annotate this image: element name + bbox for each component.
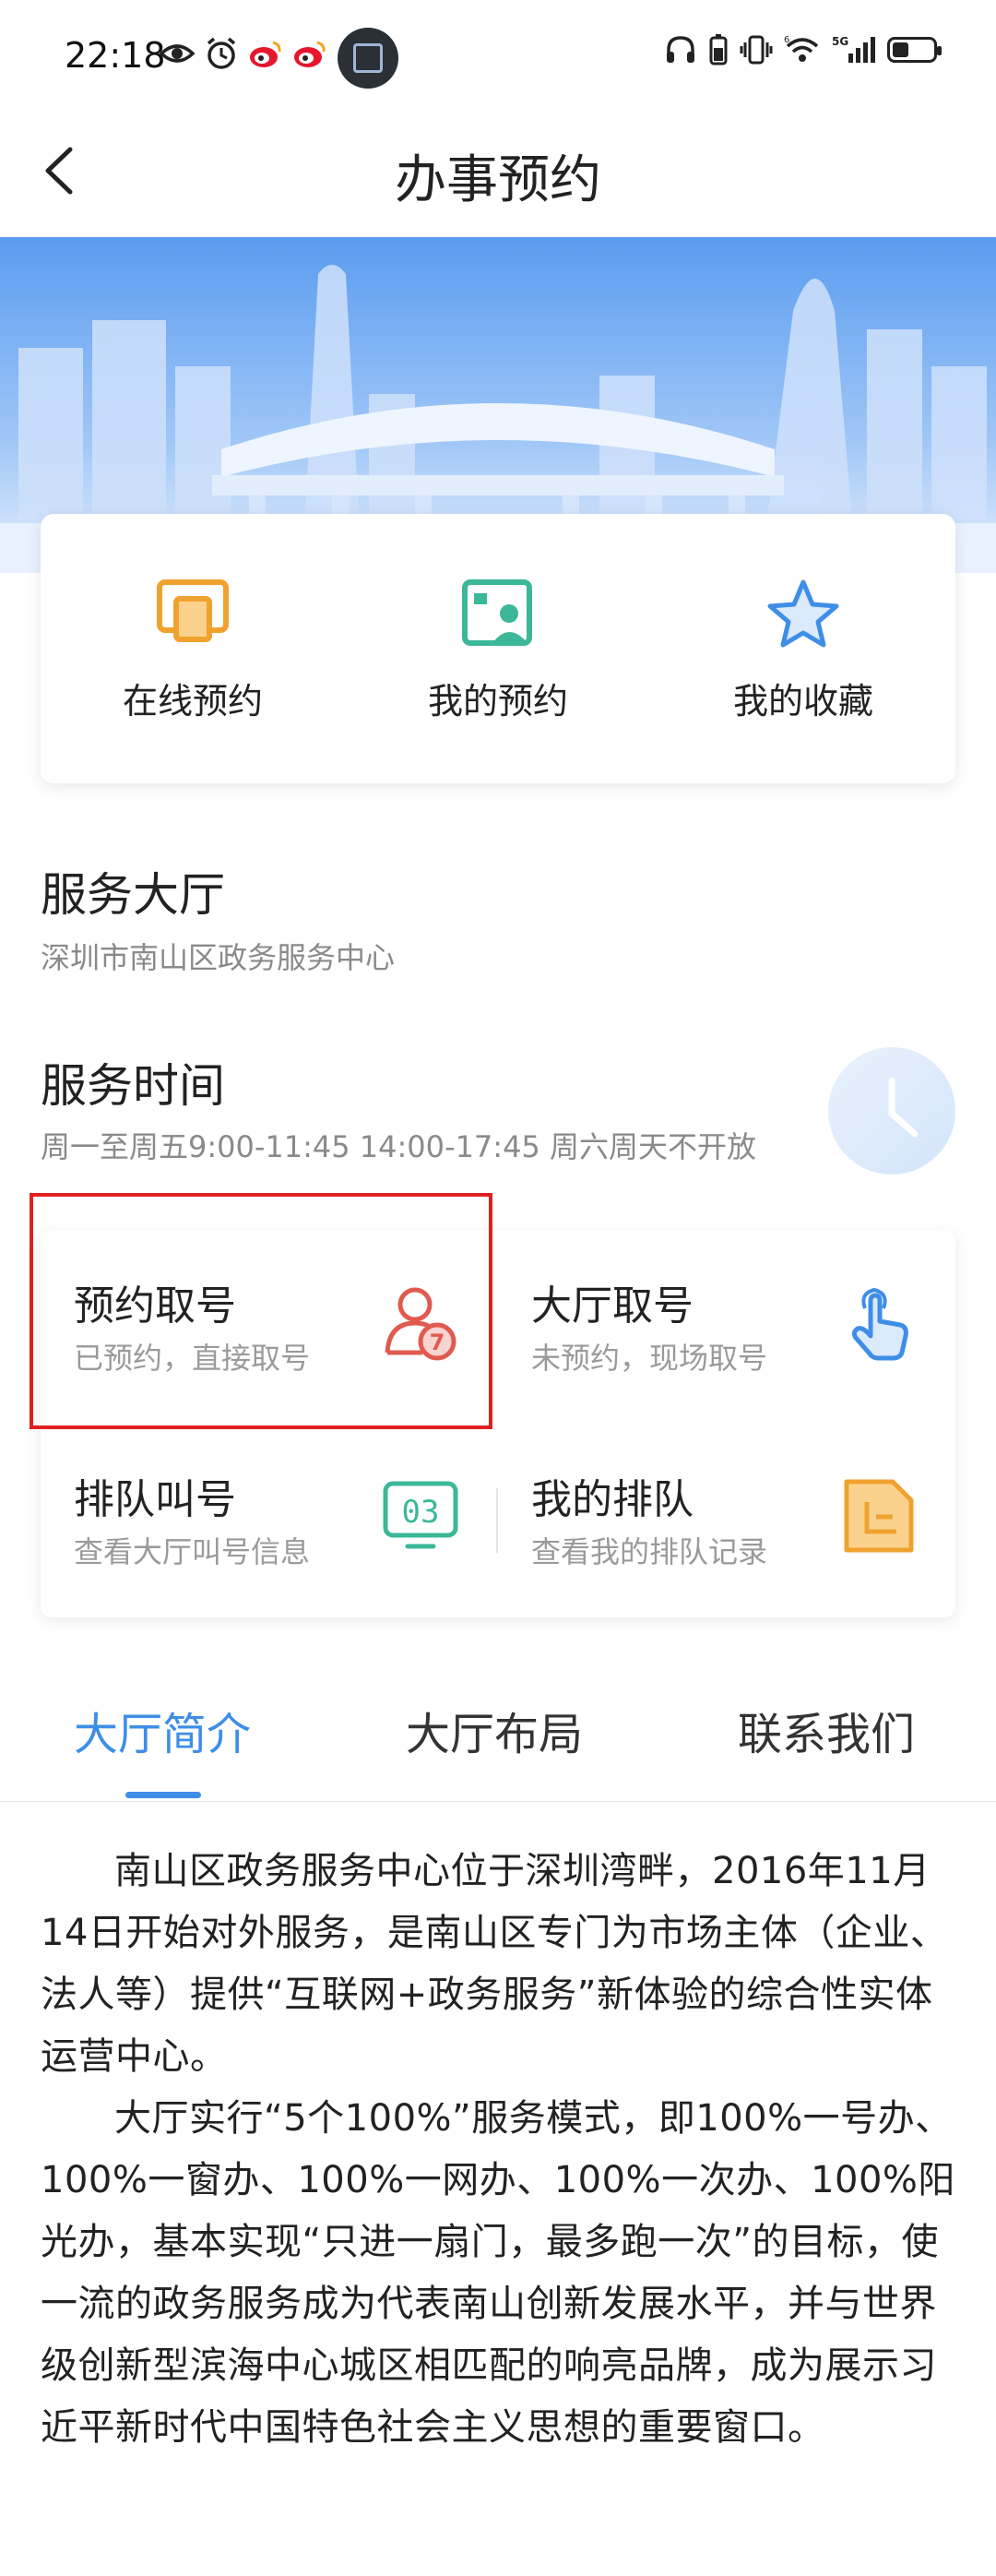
- quick-action-label: 在线预约: [122, 681, 263, 722]
- signal-label: 5G: [832, 35, 848, 48]
- intro-paragraph: 大厅实行“5个100%”服务模式，即100%一号办、100%一窗办、100%一网…: [41, 2097, 955, 2449]
- page-title: 办事预约: [395, 150, 601, 210]
- wifi-label: 6: [784, 35, 789, 45]
- service-title: 我的排队: [531, 1476, 694, 1523]
- quick-action-label: 我的收藏: [732, 681, 873, 722]
- highlight-box: [30, 1193, 492, 1429]
- tab-contact-us[interactable]: 联系我们: [738, 1698, 915, 1762]
- service-subtitle: 查看大厅叫号信息: [74, 1534, 311, 1569]
- service-subtitle: 未预约，现场取号: [531, 1341, 768, 1376]
- service-hours: 周一至周五9:00-11:45 14:00-17:45 周六周天不开放: [41, 1129, 756, 1164]
- hall-ticket-button[interactable]: 大厅取号 未预约，现场取号: [498, 1230, 955, 1424]
- hall-intro-text: 南山区政务服务中心位于深圳湾畔，2016年11月14日开始对外服务，是南山区专门…: [41, 1841, 955, 2459]
- tab-hall-intro[interactable]: 大厅简介: [74, 1698, 251, 1762]
- battery-icon: [887, 37, 942, 63]
- weibo-icon: [250, 41, 281, 67]
- services-divider: [496, 1488, 498, 1553]
- battery-saver-icon: [709, 34, 728, 66]
- clock-icon: [828, 1047, 955, 1175]
- eye-icon: [159, 44, 196, 63]
- app-notification-icon: [338, 28, 398, 89]
- status-left-icons: [159, 35, 328, 72]
- service-time-title: 服务时间: [41, 1059, 225, 1113]
- tab-indicator: [125, 1792, 201, 1798]
- online-appointment-button[interactable]: 在线预约: [41, 514, 345, 783]
- service-title: 大厅取号: [531, 1282, 694, 1330]
- quick-action-label: 我的预约: [427, 681, 568, 722]
- 5g-signal-icon: 5G: [832, 35, 875, 63]
- hall-section-title: 服务大厅: [41, 868, 225, 922]
- queue-calling-button[interactable]: 排队叫号 查看大厅叫号信息 03: [41, 1424, 498, 1617]
- alarm-icon: [207, 37, 236, 69]
- wifi-icon: 6: [784, 35, 819, 62]
- my-queue-button[interactable]: 我的排队 查看我的排队记录: [498, 1424, 955, 1617]
- service-subtitle: 查看我的排队记录: [531, 1534, 768, 1569]
- tab-hall-layout[interactable]: 大厅布局: [406, 1698, 583, 1762]
- my-appointment-icon: [462, 579, 532, 646]
- hall-name: 深圳市南山区政务服务中心: [41, 940, 396, 975]
- weibo-icon: [294, 41, 326, 67]
- star-icon: [767, 579, 839, 648]
- intro-paragraph: 南山区政务服务中心位于深圳湾畔，2016年11月14日开始对外服务，是南山区专门…: [41, 1850, 948, 2078]
- vibrate-icon: [740, 35, 773, 65]
- status-right-icons: 6 5G: [664, 33, 942, 66]
- my-appointment-button[interactable]: 我的预约: [346, 514, 650, 783]
- tap-hand-icon: [851, 1287, 908, 1361]
- status-time: 22:18: [65, 35, 166, 76]
- queue-record-icon: [844, 1479, 914, 1553]
- headphones-icon: [667, 36, 694, 63]
- queue-number-text: 03: [402, 1494, 440, 1531]
- queue-number-icon: 03: [383, 1481, 458, 1549]
- quick-actions-card: 在线预约 我的预约 我的收藏: [41, 514, 955, 783]
- online-appointment-icon: [157, 579, 229, 642]
- service-title: 排队叫号: [74, 1476, 236, 1523]
- my-favorites-button[interactable]: 我的收藏: [651, 514, 955, 783]
